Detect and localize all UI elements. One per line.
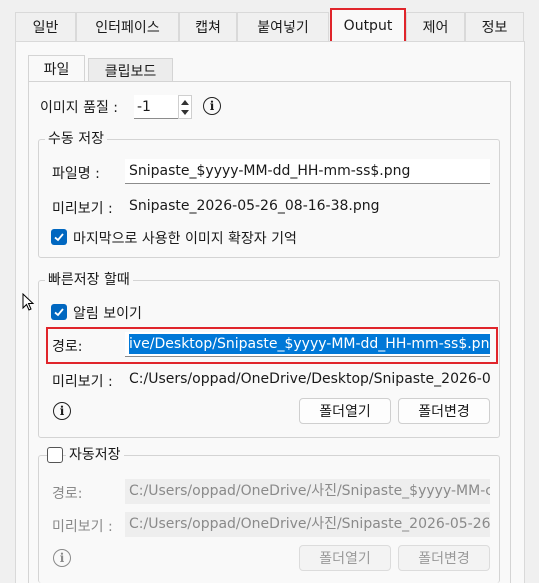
auto-change-folder-button[interactable]: 폴더변경 [398,545,490,571]
info-icon[interactable]: i [203,97,221,115]
spin-up-icon[interactable] [181,100,189,105]
manual-save-title: 수동 저장 [45,128,107,148]
quick-path-selected-text: ive/Desktop/Snipaste_$yyyy-MM-dd_HH-mm-s… [129,334,490,354]
quick-preview-label: 미리보기 : [52,374,113,390]
auto-preview-value: C:/Users/oppad/OneDrive/사진/Snipaste_2026… [125,512,490,537]
filename-input[interactable]: Snipaste_$yyyy-MM-dd_HH-mm-ss$.png [125,159,490,184]
tab-about[interactable]: 정보 [465,12,524,41]
checkmark-icon [54,308,64,317]
image-quality-label: 이미지 품질 : [40,100,119,116]
quick-save-title: 빠른저장 할때 [45,269,133,289]
auto-preview-label: 미리보기 : [52,519,113,535]
subtab-clipboard[interactable]: 클립보드 [88,58,173,82]
remember-ext-label: 마지막으로 사용한 이미지 확장자 기억 [73,231,297,247]
auto-save-checkbox[interactable] [47,447,63,463]
spin-down-icon[interactable] [181,110,189,115]
settings-tab-bar: 일반 인터페이스 캡쳐 붙여넣기 Output 제어 정보 [0,0,539,45]
checkmark-icon [54,233,64,242]
image-quality-input[interactable]: -1 [134,95,178,119]
quick-path-input[interactable]: ive/Desktop/Snipaste_$yyyy-MM-dd_HH-mm-s… [125,332,490,357]
info-icon[interactable]: i [53,549,71,567]
auto-path-label: 경로: [52,486,83,502]
manual-preview-label: 미리보기 : [52,201,113,217]
notify-label: 알림 보이기 [73,306,142,322]
image-quality-spinner[interactable] [178,95,192,119]
notify-checkbox[interactable] [51,304,67,320]
manual-preview-value: Snipaste_2026-05-26_08-16-38.png [125,194,490,219]
auto-path-input[interactable]: C:/Users/oppad/OneDrive/사진/Snipaste_$yyy… [125,479,490,504]
quick-preview-value: C:/Users/oppad/OneDrive/Desktop/Snipaste… [125,367,490,392]
quick-path-label: 경로: [52,339,83,355]
tab-general[interactable]: 일반 [15,12,76,41]
mouse-pointer-icon [22,293,35,311]
quick-change-folder-button[interactable]: 폴더변경 [398,398,490,424]
filename-label: 파일명 : [52,166,100,182]
tab-control[interactable]: 제어 [406,12,465,41]
info-icon[interactable]: i [53,402,71,420]
remember-ext-checkbox[interactable] [51,229,67,245]
auto-save-title: 자동저장 [66,444,124,464]
tab-paste[interactable]: 붙여넣기 [237,12,329,41]
tab-interface[interactable]: 인터페이스 [76,12,179,41]
tab-capture[interactable]: 캡쳐 [179,12,237,41]
auto-open-folder-button[interactable]: 폴더열기 [299,545,391,571]
subtab-file[interactable]: 파일 [28,55,85,82]
tab-output[interactable]: Output [330,8,406,42]
quick-open-folder-button[interactable]: 폴더열기 [299,398,391,424]
